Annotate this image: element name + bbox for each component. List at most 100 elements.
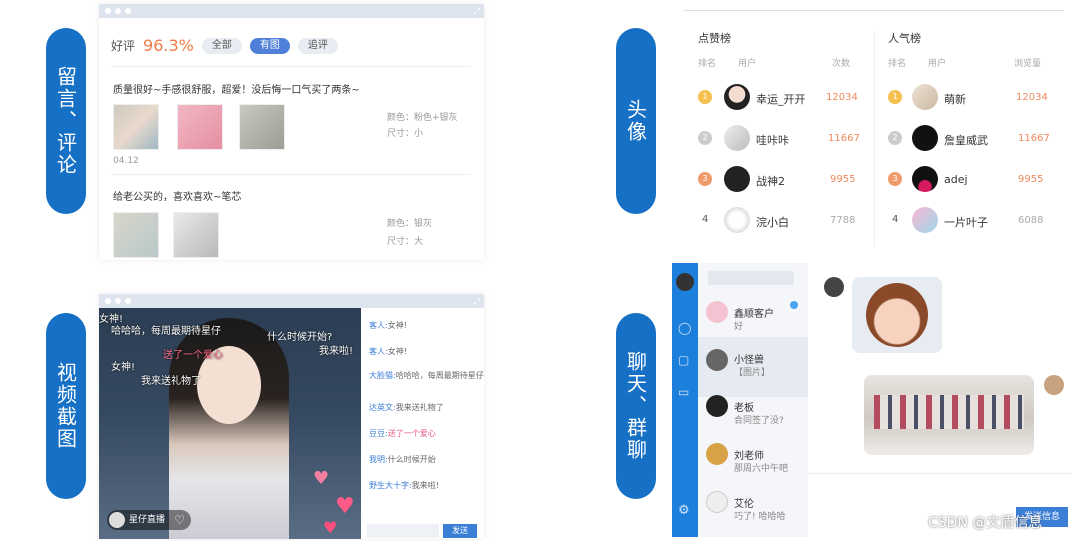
avatar[interactable]: [912, 125, 938, 151]
overlay-message: 我来送礼物了: [141, 376, 201, 387]
image-message[interactable]: [864, 375, 1034, 455]
overlay-message: 送了一个爱心: [163, 350, 223, 361]
label-video: 视频截图: [46, 313, 86, 499]
label-comments: 留言、评论: [46, 28, 86, 214]
avatar: [706, 395, 728, 417]
contacts-icon[interactable]: ▢: [678, 353, 689, 367]
avatar[interactable]: [912, 207, 938, 233]
conversation-preview: 合同签了没?: [734, 416, 784, 426]
col-count: 次数: [832, 59, 851, 69]
view-count: 6088: [1018, 215, 1044, 226]
user-name: 浣小白: [756, 216, 789, 229]
review-color: 颜色：银灰: [387, 219, 433, 229]
like-count: 9955: [830, 174, 856, 185]
overlay-message: 女神!: [111, 362, 136, 373]
tab-follow-up[interactable]: 追评: [297, 37, 338, 54]
avatar[interactable]: [724, 207, 750, 233]
user-name: adej: [944, 173, 968, 186]
review-photo[interactable]: [239, 104, 285, 150]
comment-item: 我明:什么时候开始: [369, 455, 436, 464]
view-count: 11667: [1018, 133, 1050, 144]
comment-panel: 客人:女神! 客人:女神! 大脸猫:哈哈哈，每周最期待星仔 达英文:我来送礼物了…: [361, 308, 484, 539]
host-avatar: [109, 512, 125, 528]
silver-medal-icon: 2: [698, 131, 712, 145]
host-name: 星仔直播: [129, 515, 166, 525]
conversation-preview: 那周六中午吧: [734, 464, 789, 474]
comment-item: 大脸猫:哈哈哈，每周最期待星仔: [369, 371, 484, 380]
avatar[interactable]: [912, 166, 938, 192]
likes-title: 点赞榜: [698, 32, 731, 45]
comment-item: 豆豆:送了一个爱心: [369, 429, 436, 438]
tab-with-image[interactable]: 有图: [249, 37, 290, 54]
watermark: CSDN @文盾信息: [928, 515, 1043, 531]
avatar: [706, 491, 728, 513]
review-text: 质量很好~手感很舒服，超爱！没后悔一口气买了两条~: [113, 85, 360, 96]
contact-avatar: [824, 277, 844, 297]
host-badge[interactable]: 星仔直播 ♡: [107, 510, 192, 530]
user-name: 幸运_开开: [756, 93, 806, 106]
view-count: 9955: [1018, 174, 1044, 185]
review-photo[interactable]: [173, 212, 219, 258]
review-photo[interactable]: [113, 212, 159, 258]
label-avatar: 头像: [616, 28, 656, 214]
view-count: 12034: [1016, 92, 1048, 103]
conversation-title: 老板: [734, 403, 754, 414]
bronze-medal-icon: 3: [698, 172, 712, 186]
review-size: 尺寸：小: [387, 129, 424, 139]
avatar: [706, 301, 728, 323]
expand-icon[interactable]: ⤢: [474, 297, 480, 307]
chat-nav: ◯ ▢ ▭ ⚙: [672, 263, 698, 537]
user-name: 詹皇威武: [944, 134, 988, 147]
good-rate: 96.3%: [143, 36, 194, 55]
like-count: 12034: [826, 92, 858, 103]
conversation-preview: 【图片】: [734, 368, 771, 378]
avatar: [706, 443, 728, 465]
avatar[interactable]: [724, 84, 750, 110]
avatar[interactable]: [724, 166, 750, 192]
user-name: 战神2: [756, 175, 785, 188]
folder-icon[interactable]: ▭: [678, 385, 689, 399]
conversation-preview: 好: [734, 322, 744, 332]
like-count: 7788: [830, 215, 856, 226]
like-count: 11667: [828, 133, 860, 144]
silver-medal-icon: 2: [888, 131, 902, 145]
floating-heart-icon: ♥: [313, 468, 330, 489]
settings-icon[interactable]: ⚙: [678, 503, 690, 518]
overlay-message: 我来啦!: [319, 346, 354, 357]
conversation-title: 鑫顺客户: [734, 309, 774, 320]
comment-input[interactable]: [367, 524, 439, 538]
label-chat: 聊天、群聊: [616, 313, 656, 499]
chat-icon[interactable]: ◯: [678, 321, 691, 335]
overlay-message: 什么时候开始?: [267, 332, 333, 343]
search-input[interactable]: [708, 271, 794, 285]
conversation-preview: 巧了! 哈哈哈: [734, 512, 786, 522]
send-button[interactable]: 发送: [443, 524, 477, 538]
gold-medal-icon: 1: [888, 90, 902, 104]
col-user: 用户: [928, 59, 947, 69]
review-photo[interactable]: [177, 104, 223, 150]
user-name: 萌新: [944, 93, 966, 106]
col-rank: 排名: [888, 59, 907, 69]
review-date: 04.12: [113, 156, 139, 166]
user-name: 一片叶子: [944, 216, 988, 229]
gold-medal-icon: 1: [698, 90, 712, 104]
conversation-title: 小怪兽: [734, 355, 764, 366]
review-photo[interactable]: [113, 104, 159, 150]
image-message[interactable]: [852, 277, 942, 353]
video-player[interactable]: 女神! 哈哈哈，每周最期待星仔 什么时候开始? 送了一个爱心 我来啦! 女神! …: [99, 308, 361, 539]
conversation-item[interactable]: 艾伦 巧了! 哈哈哈: [698, 481, 818, 541]
my-avatar[interactable]: [676, 273, 694, 291]
expand-icon[interactable]: ⤢: [474, 7, 480, 17]
reviews-window: ⤢ 好评 96.3% 全部 有图 追评 质量很好~手感很舒服，超爱！没后悔一口气…: [99, 4, 484, 260]
comment-item: 客人:女神!: [369, 321, 407, 330]
tab-all[interactable]: 全部: [201, 37, 242, 54]
my-avatar: [1044, 375, 1064, 395]
conversation-title: 刘老师: [734, 451, 764, 462]
heart-icon[interactable]: ♡: [174, 510, 185, 530]
avatar[interactable]: [724, 125, 750, 151]
user-name: 哇咔咔: [756, 134, 789, 147]
video-window: ⤢ 女神! 哈哈哈，每周最期待星仔 什么时候开始? 送了一个爱心 我来啦! 女神…: [99, 294, 484, 539]
unread-badge: [790, 301, 798, 309]
avatar[interactable]: [912, 84, 938, 110]
conversation-list: 鑫顺客户 好 小怪兽 【图片】 老板 合同签了没? 刘老师 那周六中午吧 艾伦 …: [698, 263, 808, 537]
